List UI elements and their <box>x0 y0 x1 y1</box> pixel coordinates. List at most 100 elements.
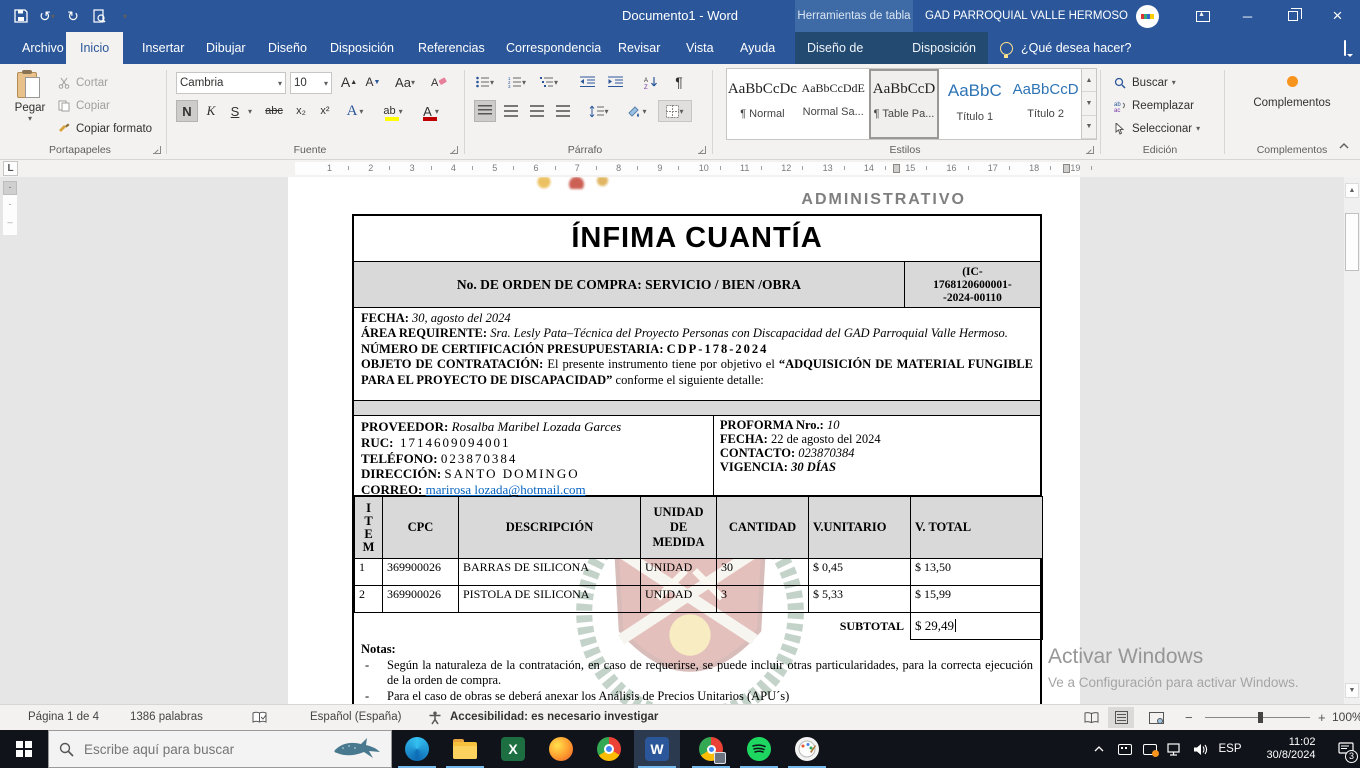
underline-dropdown[interactable]: ▾ <box>244 100 256 122</box>
notes-cell[interactable]: Notas: -Según la naturaleza de la contra… <box>354 640 1040 704</box>
taskbar-search[interactable] <box>48 730 392 768</box>
borders-button[interactable]: ▾ <box>658 100 692 122</box>
horizontal-ruler[interactable]: 12345678910111213141516171819 <box>295 162 1080 175</box>
clear-formatting-button[interactable]: A <box>428 71 450 93</box>
cell[interactable]: PISTOLA DE SILICONA <box>459 586 641 613</box>
shrink-font-button[interactable]: A▼ <box>362 71 384 93</box>
cell[interactable]: $ 5,33 <box>809 586 911 613</box>
cut-button[interactable]: Cortar <box>56 72 108 93</box>
align-center-button[interactable] <box>500 100 522 122</box>
clipboard-dialog-launcher[interactable] <box>153 146 161 154</box>
cell[interactable]: 369900026 <box>383 559 459 586</box>
tab-diseno-de-tabla[interactable]: Diseño de tabla <box>795 32 900 64</box>
collapse-ribbon-button[interactable] <box>1338 138 1350 156</box>
accessibility-status[interactable]: Accesibilidad: es necesario investigar <box>450 705 658 730</box>
tab-stop-selector[interactable]: L <box>3 161 18 176</box>
start-button[interactable] <box>0 730 48 768</box>
increase-indent-button[interactable] <box>604 71 626 93</box>
style-table-paragraph[interactable]: AaBbCcD ¶ Table Pa... <box>869 69 940 139</box>
bold-button[interactable]: N <box>176 100 198 122</box>
read-mode-button[interactable] <box>1078 707 1104 728</box>
replace-button[interactable]: abac Reemplazar <box>1112 95 1194 116</box>
superscript-button[interactable]: x² <box>314 100 336 122</box>
order-number-cell[interactable]: (IC- 1768120600001- -2024-00110 <box>904 262 1040 307</box>
tray-expand-button[interactable] <box>1088 730 1110 768</box>
action-center-button[interactable]: 3 <box>1332 730 1360 768</box>
print-layout-button[interactable] <box>1108 707 1134 728</box>
tab-dibujar[interactable]: Dibujar <box>192 32 260 64</box>
taskbar-chrome[interactable] <box>586 730 632 768</box>
cell[interactable]: UNIDAD <box>641 559 717 586</box>
vertical-scrollbar[interactable]: ▲ ▼ <box>1344 177 1360 704</box>
format-painter-button[interactable]: Copiar formato <box>56 118 152 139</box>
subtotal-label-cell[interactable]: SUBTOTAL <box>355 613 911 640</box>
contract-details-cell[interactable]: FECHA: 30, agosto del 2024 ÁREA REQUIREN… <box>354 308 1040 401</box>
tab-revisar[interactable]: Revisar <box>604 32 674 64</box>
multilevel-list-button[interactable]: ▾ <box>538 71 560 93</box>
text-effects-button[interactable]: A▾ <box>344 100 366 122</box>
taskbar-file-explorer[interactable] <box>442 730 488 768</box>
change-case-button[interactable]: Aa▾ <box>390 71 420 93</box>
style-titulo-2[interactable]: AaBbCcD Título 2 <box>1010 69 1081 139</box>
customize-qat-button[interactable]: ▾ <box>112 2 138 30</box>
order-label-cell[interactable]: No. DE ORDEN DE COMPRA: SERVICIO / BIEN … <box>354 262 904 307</box>
font-size-combo[interactable]: ▾ <box>290 72 332 94</box>
style-normal[interactable]: AaBbCcDc ¶ Normal <box>727 69 798 139</box>
tab-disposicion-tabla[interactable]: Disposición <box>900 32 988 64</box>
justify-button[interactable] <box>552 100 574 122</box>
taskbar-spotify[interactable] <box>736 730 782 768</box>
font-name-combo[interactable]: ▾ <box>176 72 286 94</box>
redo-button[interactable]: ↻ <box>60 2 86 30</box>
cell[interactable]: 369900026 <box>383 586 459 613</box>
header-cpc[interactable]: CPC <box>383 497 459 559</box>
italic-button[interactable]: K <box>200 100 222 122</box>
tab-correspondencia[interactable]: Correspondencia <box>492 32 615 64</box>
minimize-button[interactable]: ─ <box>1225 0 1270 32</box>
word-count[interactable]: 1386 palabras <box>130 705 203 730</box>
scroll-up-button[interactable]: ▲ <box>1345 183 1359 198</box>
scroll-down-button[interactable]: ▼ <box>1345 683 1359 698</box>
strikethrough-button[interactable]: abc <box>260 100 288 122</box>
styles-dialog-launcher[interactable] <box>1086 146 1094 154</box>
proforma-cell[interactable]: PROFORMA Nro.: 10 FECHA: 22 de agosto de… <box>713 416 1040 495</box>
tell-me-box[interactable]: ¿Qué desea hacer? <box>1000 32 1132 64</box>
avatar[interactable] <box>1136 5 1159 28</box>
font-dialog-launcher[interactable] <box>450 146 458 154</box>
page-indicator[interactable]: Página 1 de 4 <box>28 705 99 730</box>
subtotal-value-cell[interactable]: $ 29,49 <box>911 613 1043 640</box>
feedback-button[interactable] <box>1344 41 1346 55</box>
cell[interactable]: $ 0,45 <box>809 559 911 586</box>
zoom-slider-thumb[interactable] <box>1258 712 1263 723</box>
font-size-dropdown-icon[interactable]: ▾ <box>324 79 328 88</box>
tray-sync-status[interactable] <box>1138 730 1162 768</box>
email-link[interactable]: marirosa lozada@hotmail.com <box>426 482 586 497</box>
style-titulo-1[interactable]: AaBbC Título 1 <box>939 69 1010 139</box>
cell[interactable]: UNIDAD <box>641 586 717 613</box>
font-name-dropdown-icon[interactable]: ▾ <box>278 79 282 88</box>
line-spacing-button[interactable]: ▾ <box>584 100 614 122</box>
taskbar-word[interactable]: W <box>634 730 680 768</box>
select-button[interactable]: Seleccionar▾ <box>1112 118 1200 139</box>
show-marks-button[interactable]: ¶ <box>668 71 690 93</box>
document-main-title[interactable]: ÍNFIMA CUANTÍA <box>354 216 1040 262</box>
zoom-level[interactable]: 100% <box>1332 705 1360 730</box>
style-normal-sa[interactable]: AaBbCcDdE Normal Sa... <box>798 69 869 139</box>
zoom-out-button[interactable]: − <box>1185 705 1193 730</box>
font-size-input[interactable] <box>294 77 324 89</box>
header-unidad[interactable]: UNIDAD DE MEDIDA <box>641 497 717 559</box>
tray-clock[interactable]: 11:02 30/8/2024 <box>1252 730 1330 768</box>
tray-language[interactable]: ESP <box>1214 730 1246 768</box>
scrollbar-thumb[interactable] <box>1345 213 1359 271</box>
grow-font-button[interactable]: A▲ <box>338 71 360 93</box>
cell[interactable]: $ 15,99 <box>911 586 1043 613</box>
addins-button[interactable]: Complementos <box>1236 72 1348 109</box>
tab-inicio[interactable]: Inicio <box>66 32 123 64</box>
styles-more-button[interactable]: ▼ <box>1082 116 1096 139</box>
cell[interactable]: 3 <box>717 586 809 613</box>
font-name-input[interactable] <box>180 77 278 89</box>
undo-button[interactable]: ↺▾ <box>34 2 60 30</box>
paste-button[interactable]: Pegar ▾ <box>10 70 50 123</box>
tab-diseno[interactable]: Diseño <box>254 32 321 64</box>
header-vtotal[interactable]: V. TOTAL <box>911 497 1043 559</box>
cell[interactable]: 2 <box>355 586 383 613</box>
